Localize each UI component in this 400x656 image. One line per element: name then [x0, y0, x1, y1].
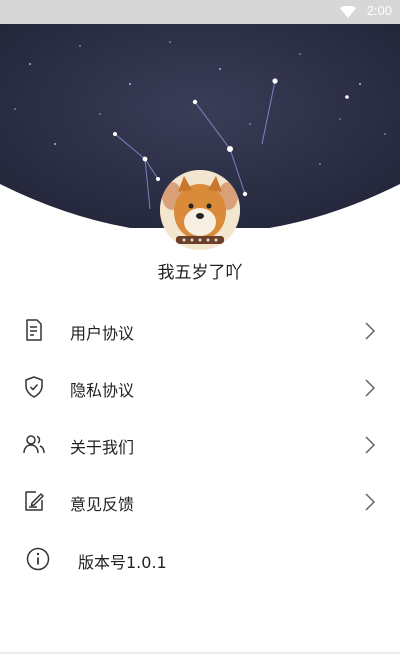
chevron-right-icon: [365, 493, 376, 511]
users-icon: [23, 435, 45, 454]
avatar[interactable]: [160, 170, 240, 250]
chevron-right-icon: [365, 379, 376, 397]
username: 我五岁了吖: [157, 263, 243, 283]
divider: [0, 652, 400, 654]
wifi-icon: [340, 6, 356, 18]
document-icon: [26, 319, 42, 341]
version-label: 版本号1.0.1: [78, 553, 167, 572]
chevron-right-icon: [365, 322, 376, 340]
chevron-right-icon: [365, 436, 376, 454]
menu-item-about-us[interactable]: 关于我们: [0, 416, 400, 473]
version-row: 版本号1.0.1: [0, 531, 400, 588]
menu-label: 用户协议: [70, 324, 135, 343]
menu-item-feedback[interactable]: 意见反馈: [0, 473, 400, 530]
menu-item-privacy-agreement[interactable]: 隐私协议: [0, 359, 400, 416]
menu-item-user-agreement[interactable]: 用户协议: [0, 302, 400, 359]
menu-label: 隐私协议: [70, 381, 135, 400]
info-icon: [26, 547, 50, 571]
menu-label: 关于我们: [70, 438, 135, 457]
shield-check-icon: [25, 376, 43, 398]
status-bar: 2:00: [0, 0, 400, 24]
feedback-edit-icon: [25, 491, 44, 511]
status-time: 2:00: [366, 3, 392, 18]
menu-label: 意见反馈: [70, 495, 135, 514]
settings-menu: 用户协议 隐私协议 关于我们 意见反馈: [0, 302, 400, 530]
